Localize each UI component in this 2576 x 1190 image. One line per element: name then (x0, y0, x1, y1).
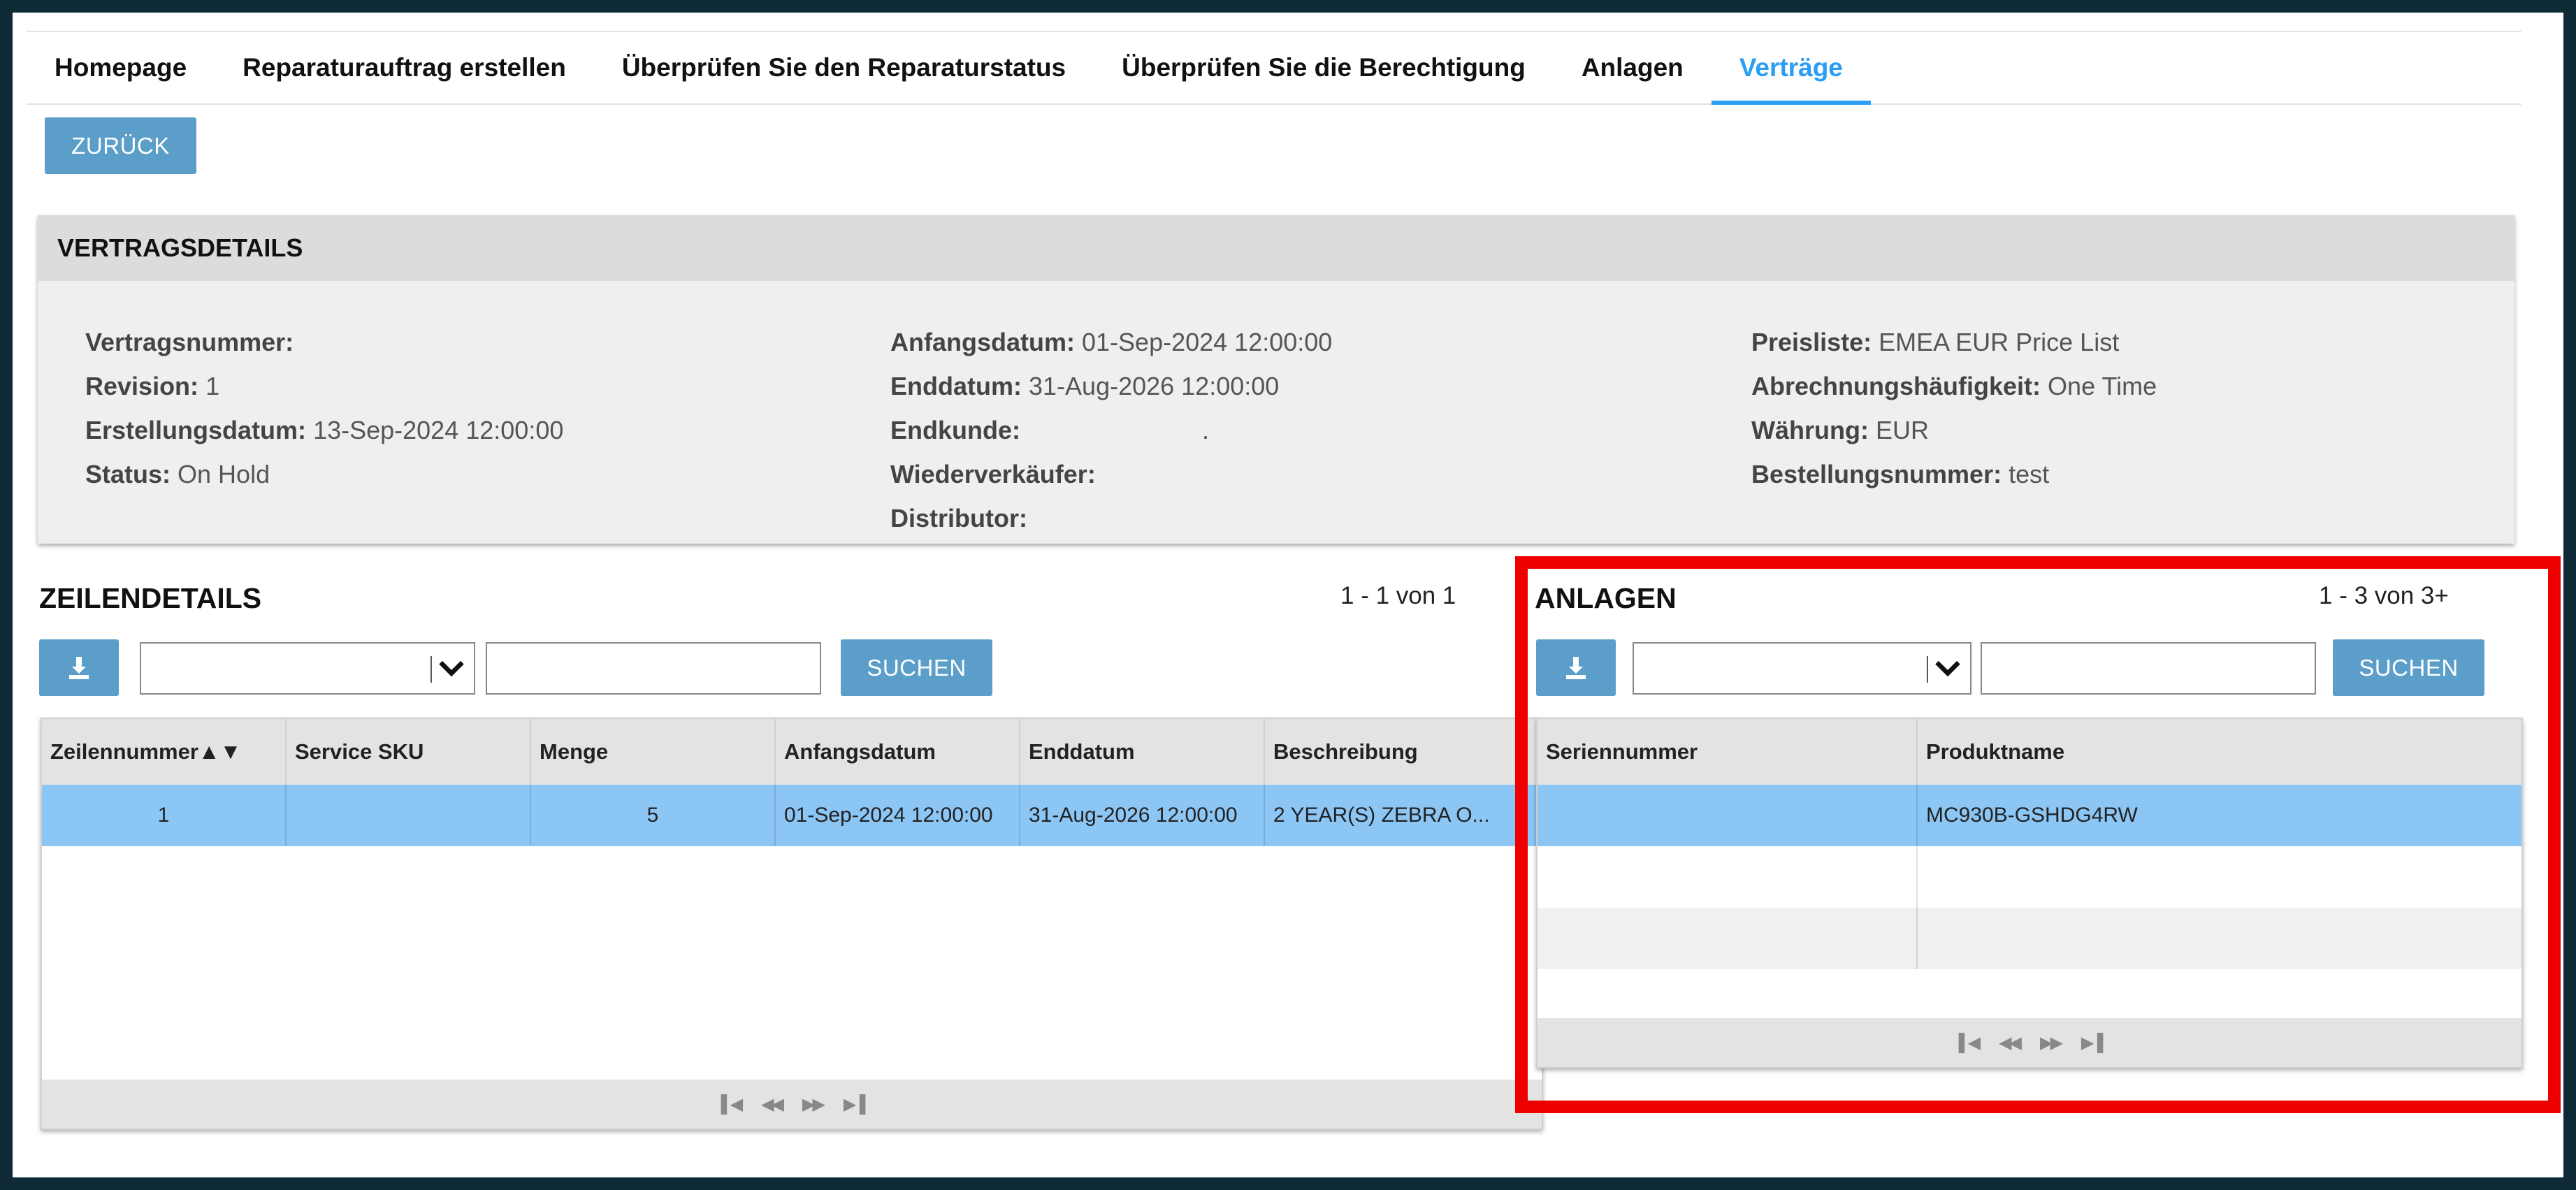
cell-start-date: 01-Sep-2024 12:00:00 (776, 785, 1020, 846)
back-button[interactable]: ZURÜCK (45, 117, 196, 174)
details-column-2: Anfangsdatum: 01-Sep-2024 12:00:00 Endda… (890, 320, 1332, 540)
contract-number-field: Vertragsnummer: (85, 328, 294, 356)
column-header-line-number[interactable]: Zeilennummer ▲▼ (42, 719, 287, 785)
nav-create-repair-order[interactable]: Reparaturauftrag erstellen (215, 32, 594, 103)
app-window: Homepage Reparaturauftrag erstellen Über… (13, 13, 2563, 1177)
details-column-1: Vertragsnummer: Revision: 1 Erstellungsd… (85, 320, 563, 496)
line-details-pagination: ▌◀ ◀◀ ▶▶ ▶▐ (42, 1080, 1542, 1129)
chevron-down-icon (439, 660, 464, 677)
cell-description: 2 YEAR(S) ZEBRA O... (1273, 804, 1490, 827)
cell-quantity: 5 (531, 785, 776, 846)
start-date-field: Anfangsdatum: 01-Sep-2024 12:00:00 (890, 328, 1333, 356)
nav-contracts[interactable]: Verträge (1711, 32, 1871, 105)
table-row[interactable]: 1 5 01-Sep-2024 12:00:00 31-Aug-2026 12:… (42, 785, 1542, 846)
nav-check-repair-status[interactable]: Überprüfen Sie den Reparaturstatus (594, 32, 1094, 103)
line-details-table-header: Zeilennummer ▲▼ Service SKU Menge Anfangs… (42, 719, 1542, 785)
next-page-icon[interactable]: ▶▶ (802, 1094, 825, 1115)
line-details-pager: 1 - 1 von 1 (1340, 582, 1456, 609)
column-header-description[interactable]: Beschreibung (1265, 719, 1542, 785)
line-details-title: ZEILENDETAILS (39, 582, 262, 614)
end-customer-field: Endkunde: . (890, 416, 1210, 444)
line-details-download-button[interactable] (39, 639, 119, 696)
creation-date-field: Erstellungsdatum: 13-Sep-2024 12:00:00 (85, 416, 564, 444)
billing-frequency-field: Abrechnungshäufigkeit: One Time (1751, 372, 2157, 400)
line-details-search-button[interactable]: SUCHEN (841, 639, 992, 696)
column-header-service-sku[interactable]: Service SKU (287, 719, 531, 785)
order-number-field: Bestellungsnummer: test (1751, 460, 2050, 488)
line-details-search-input[interactable] (486, 642, 821, 695)
distributor-field: Distributor: (890, 504, 1027, 532)
status-field: Status: On Hold (85, 460, 270, 488)
end-date-field: Enddatum: 31-Aug-2026 12:00:00 (890, 372, 1280, 400)
sort-icon[interactable]: ▲▼ (198, 739, 241, 764)
last-page-icon[interactable]: ▶▐ (844, 1094, 866, 1115)
reseller-field: Wiederverkäufer: (890, 460, 1096, 488)
download-icon (69, 656, 89, 679)
nav-assets[interactable]: Anlagen (1554, 32, 1712, 103)
line-details-table: Zeilennummer ▲▼ Service SKU Menge Anfangs… (41, 718, 1543, 1130)
cell-line-number: 1 (42, 785, 287, 846)
column-header-end-date[interactable]: Enddatum (1020, 719, 1265, 785)
nav-check-entitlement[interactable]: Überprüfen Sie die Berechtigung (1094, 32, 1554, 103)
contract-details-panel: VERTRAGSDETAILS Vertragsnummer: Revision… (38, 215, 2515, 544)
price-list-field: Preisliste: EMEA EUR Price List (1751, 328, 2120, 356)
assets-highlight-box (1515, 556, 2561, 1113)
cell-end-date: 31-Aug-2026 12:00:00 (1020, 785, 1265, 846)
previous-page-icon[interactable]: ◀◀ (761, 1094, 784, 1115)
cell-service-sku (287, 785, 531, 846)
column-header-quantity[interactable]: Menge (531, 719, 776, 785)
details-column-3: Preisliste: EMEA EUR Price List Abrechnu… (1751, 320, 2157, 496)
top-nav: Homepage Reparaturauftrag erstellen Über… (27, 31, 2521, 105)
currency-field: Währung: EUR (1751, 416, 1929, 444)
nav-homepage[interactable]: Homepage (27, 32, 215, 103)
first-page-icon[interactable]: ▌◀ (721, 1094, 744, 1115)
line-details-filter-select[interactable] (140, 642, 475, 695)
column-header-start-date[interactable]: Anfangsdatum (776, 719, 1020, 785)
contract-details-title: VERTRAGSDETAILS (38, 215, 2515, 281)
revision-field: Revision: 1 (85, 372, 220, 400)
